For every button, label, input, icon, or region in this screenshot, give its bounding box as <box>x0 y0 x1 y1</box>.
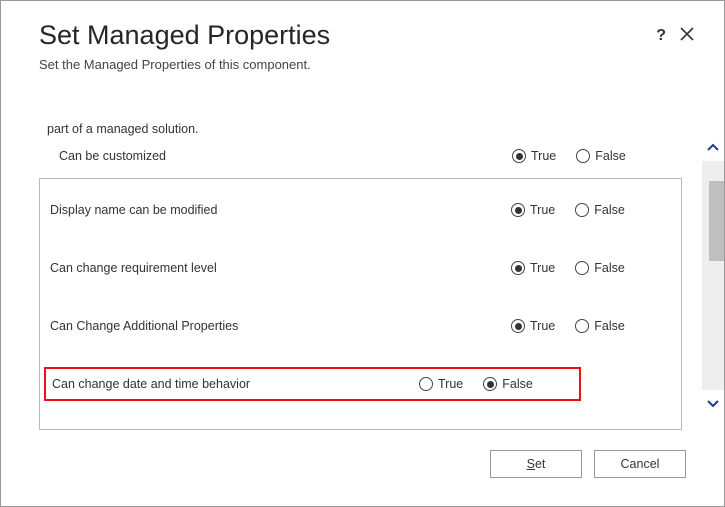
radio-label: True <box>438 377 463 391</box>
dialog-title: Set Managed Properties <box>39 19 694 51</box>
help-icon[interactable]: ? <box>656 27 666 45</box>
radio-icon <box>511 261 525 275</box>
property-label: Can be customized <box>59 149 512 163</box>
dialog-subtitle: Set the Managed Properties of this compo… <box>39 57 694 72</box>
radio-icon <box>419 377 433 391</box>
radio-label: False <box>595 149 626 163</box>
inner-properties-box: Display name can be modified True False … <box>39 178 682 430</box>
radio-icon <box>512 149 526 163</box>
radio-true[interactable]: True <box>511 203 555 217</box>
scroll-up-button[interactable] <box>702 135 724 161</box>
radio-label: True <box>530 261 555 275</box>
radio-icon <box>511 319 525 333</box>
radio-group: True False <box>419 377 579 391</box>
radio-false[interactable]: False <box>576 149 626 163</box>
radio-icon <box>575 261 589 275</box>
radio-group: True False <box>512 149 672 163</box>
radio-label: True <box>531 149 556 163</box>
property-row-can-be-customized: Can be customized True False <box>59 144 672 168</box>
radio-group: True False <box>511 203 671 217</box>
property-row-date-time-behavior: Can change date and time behavior True F… <box>44 367 581 401</box>
radio-true[interactable]: True <box>512 149 556 163</box>
property-label: Display name can be modified <box>48 203 511 217</box>
scroll-down-button[interactable] <box>702 390 724 416</box>
set-button[interactable]: Set <box>490 450 582 478</box>
scrollbar-thumb[interactable] <box>709 181 724 261</box>
radio-true[interactable]: True <box>511 319 555 333</box>
radio-false[interactable]: False <box>483 377 533 391</box>
radio-label: False <box>594 261 625 275</box>
radio-icon <box>576 149 590 163</box>
radio-icon <box>575 203 589 217</box>
radio-label: False <box>594 319 625 333</box>
close-icon[interactable] <box>680 27 694 45</box>
radio-icon <box>483 377 497 391</box>
radio-true[interactable]: True <box>511 261 555 275</box>
radio-icon <box>511 203 525 217</box>
property-row-requirement-level: Can change requirement level True False <box>48 251 671 285</box>
radio-group: True False <box>511 261 671 275</box>
radio-false[interactable]: False <box>575 261 625 275</box>
cancel-button[interactable]: Cancel <box>594 450 686 478</box>
radio-label: False <box>502 377 533 391</box>
property-row-additional-properties: Can Change Additional Properties True Fa… <box>48 309 671 343</box>
radio-false[interactable]: False <box>575 319 625 333</box>
radio-icon <box>575 319 589 333</box>
radio-label: True <box>530 203 555 217</box>
property-label: Can Change Additional Properties <box>48 319 511 333</box>
radio-false[interactable]: False <box>575 203 625 217</box>
property-label: Can change requirement level <box>48 261 511 275</box>
radio-group: True False <box>511 319 671 333</box>
truncated-description: part of a managed solution. <box>47 122 199 136</box>
property-row-display-name: Display name can be modified True False <box>48 193 671 227</box>
content-area: part of a managed solution. Can be custo… <box>39 126 682 430</box>
property-label: Can change date and time behavior <box>50 377 419 391</box>
radio-true[interactable]: True <box>419 377 463 391</box>
radio-label: True <box>530 319 555 333</box>
radio-label: False <box>594 203 625 217</box>
